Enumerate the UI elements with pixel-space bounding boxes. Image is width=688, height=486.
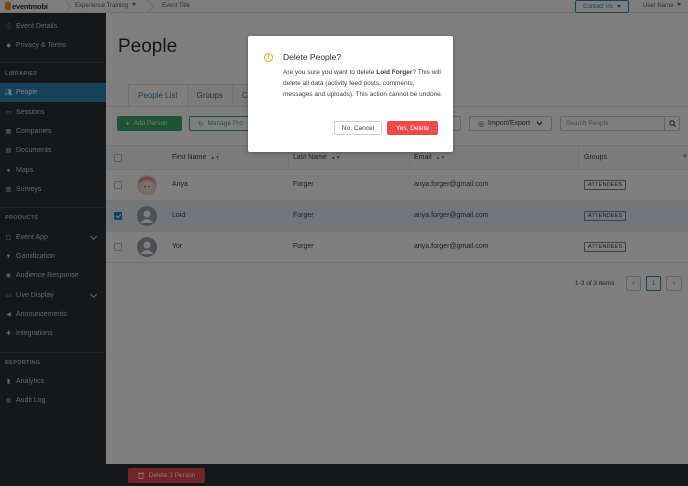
dialog-message: Are you sure you want to delete Loid For… bbox=[283, 67, 443, 100]
warning-icon: ! bbox=[264, 53, 273, 62]
confirm-delete-button[interactable]: Yes, Delete bbox=[387, 121, 438, 135]
dialog-person-name: Loid Forger bbox=[376, 69, 413, 76]
dialog-message-prefix: Are you sure you want to delete bbox=[283, 69, 377, 76]
cancel-button[interactable]: No, Cancel bbox=[334, 121, 382, 135]
dialog-title: Delete People? bbox=[283, 52, 342, 62]
delete-confirmation-dialog: ! Delete People? Are you sure you want t… bbox=[248, 36, 453, 152]
